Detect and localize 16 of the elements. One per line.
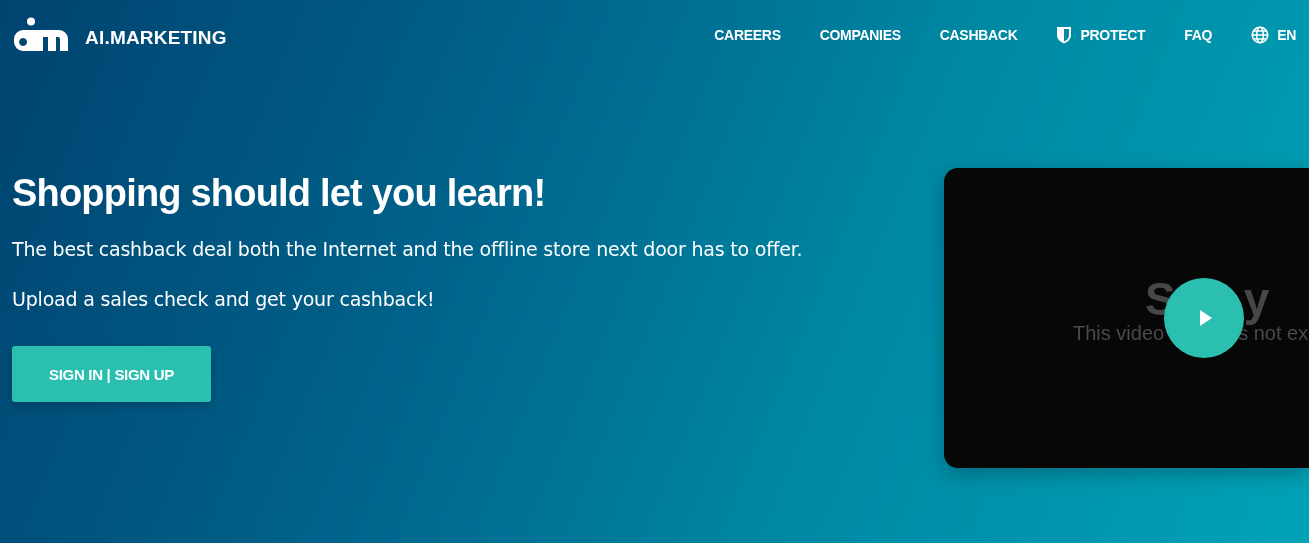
hero-title: Shopping should let you learn! [12,174,546,212]
hero-text: Upload a sales check and get your cashback! [12,288,435,310]
nav-link[interactable]: PROTECT [1056,26,1146,44]
play-icon [1199,309,1213,327]
error-message: This video [1073,322,1165,345]
globe-icon [1251,26,1270,44]
shield-icon [1056,26,1073,44]
logo-icon [12,17,68,53]
sign-in-button[interactable]: SIGN IN | SIGN UP [12,346,211,402]
nav-link[interactable]: CASHBACK [939,27,1018,43]
nav-link[interactable]: FAQ [1184,27,1213,43]
nav-link[interactable]: CAREERS [714,27,781,43]
nav-link[interactable]: EN [1251,26,1296,44]
hero-text: The best cashback deal both the Internet and the offline store next door has to offer. [12,238,803,260]
nav-link[interactable]: COMPANIES [819,27,901,43]
home-link[interactable]: AI.MARKETING [12,17,227,53]
